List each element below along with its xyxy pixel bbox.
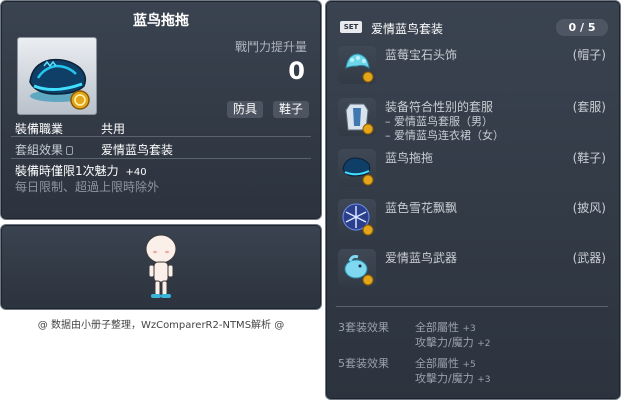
job-value: 共用 — [101, 122, 126, 136]
set-effect-stat-value: +3 — [462, 324, 476, 334]
set-item[interactable]: 装备符合性别的套服 (套服) – 爱情蓝鸟套服（男） – 爱情蓝鸟连衣裙（女） — [338, 98, 620, 142]
set-effect-3-label: 3套装效果 — [338, 321, 389, 334]
item-icon-frame — [17, 37, 97, 115]
set-effect-stat-value: +2 — [477, 339, 491, 349]
set-item-slot: (鞋子) — [572, 151, 606, 165]
set-item-slot: (套服) — [572, 100, 606, 114]
set-effect-value: 爱情蓝鸟套装 — [101, 143, 174, 157]
shoe-icon — [338, 149, 376, 187]
limit-row: 裝備時僅限1次魅力 +40 — [15, 162, 147, 179]
set-effect-stat: 全部屬性 — [415, 357, 459, 370]
set-effect-line: 攻擊力/魔力 +3 — [415, 370, 491, 386]
shoe-icon — [29, 58, 90, 110]
set-effect-row: 套組效果 — [15, 141, 74, 158]
limit-note: 每日限制、超過上限時除外 — [15, 180, 160, 194]
set-item-slot: (武器) — [572, 251, 606, 265]
gem-headpiece-icon — [338, 46, 376, 84]
item-title: 蓝鸟拖拖 — [133, 13, 189, 29]
job-value-wrap: 共用 — [101, 120, 125, 137]
set-effect-stat: 全部屬性 — [415, 321, 459, 334]
divider — [11, 136, 311, 137]
set-item-name: 蓝莓宝石头饰 — [385, 48, 458, 62]
set-effect-5-label: 5套装效果 — [338, 357, 389, 370]
set-item[interactable]: 蓝色雪花飘飘 (披风) — [338, 199, 620, 239]
set-item-slot: (披风) — [572, 201, 606, 215]
set-name: 爱情蓝鸟套装 — [371, 22, 444, 36]
item-type-tag: 防具 — [227, 101, 264, 118]
set-item[interactable]: 蓝莓宝石头饰 (帽子) — [338, 46, 620, 86]
set-effect-line: 全部屬性 +5 — [415, 355, 476, 371]
set-item-name: 爱情蓝鸟武器 — [385, 251, 458, 265]
bird-weapon-icon — [338, 249, 376, 287]
set-item-name: 蓝鸟拖拖 — [385, 151, 434, 165]
set-item-name: 蓝色雪花飘飘 — [385, 201, 458, 215]
avatar-preview-panel — [0, 224, 322, 310]
set-item[interactable]: 蓝鸟拖拖 (鞋子) — [338, 149, 620, 189]
limit-text: 裝備時僅限1次魅力 — [15, 164, 119, 178]
job-row: 裝備職業 — [15, 120, 63, 137]
outfit-icon — [338, 98, 376, 136]
set-item-slot: (帽子) — [572, 48, 606, 62]
divider — [336, 306, 608, 307]
set-item-variant: – 爱情蓝鸟连衣裙（女） — [385, 129, 504, 142]
power-label: 戰鬥力提升量 — [234, 40, 307, 54]
set-effect-value-wrap: 爱情蓝鸟套装 — [101, 141, 173, 158]
item-subtype-tag: 鞋子 — [273, 101, 310, 118]
lock-icon — [66, 146, 74, 155]
set-effect-stat-value: +3 — [477, 375, 491, 385]
item-tooltip-panel: 蓝鸟拖拖 戰鬥力提升量 0 防具 鞋子 裝備職業 共用 套組效果 爱情蓝鸟套装 … — [0, 0, 322, 220]
set-item[interactable]: 爱情蓝鸟武器 (武器) — [338, 249, 620, 289]
set-effect-stat: 攻擊力/魔力 — [415, 372, 474, 385]
set-effect-stat-value: +5 — [462, 360, 476, 370]
set-effect-label: 套組效果 — [15, 143, 64, 157]
snowflake-cape-icon — [338, 199, 376, 237]
credit-text: @ 数据由小册子整理，WzComparerR2-NTMS解析 @ — [37, 320, 285, 331]
divider — [11, 158, 311, 159]
power-value: 0 — [288, 57, 305, 85]
character-avatar — [145, 234, 177, 298]
set-effect-line: 攻擊力/魔力 +2 — [415, 334, 491, 350]
set-effect-line: 全部屬性 +3 — [415, 319, 476, 335]
set-count-badge: 0 / 5 — [556, 19, 608, 36]
set-info-panel: SET 爱情蓝鸟套装 0 / 5 蓝莓宝石头饰 (帽子) 装备符合性别的套服 (… — [325, 0, 621, 400]
set-badge: SET — [340, 21, 362, 33]
job-label: 裝備職業 — [15, 122, 64, 136]
set-effect-stat: 攻擊力/魔力 — [415, 336, 474, 349]
limit-value: +40 — [125, 167, 147, 178]
